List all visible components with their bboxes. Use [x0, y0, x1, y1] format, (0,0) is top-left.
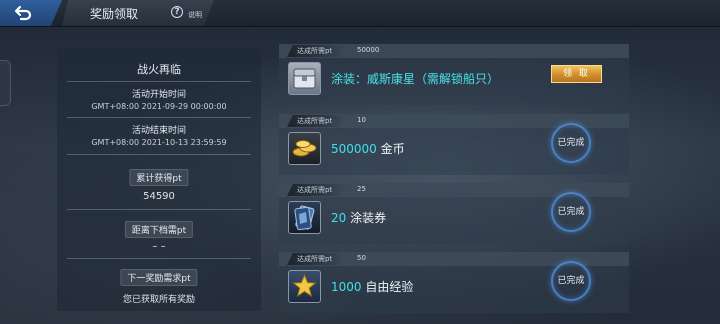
divider: [67, 209, 251, 210]
reward-name: 涂装：威斯康星（需解锁船只）: [331, 72, 500, 86]
page-title: 奖励领取: [90, 7, 139, 21]
camo-voucher-icon: [288, 201, 321, 234]
help-icon[interactable]: ?: [171, 6, 183, 18]
requirement-label: 达成所需pt: [287, 253, 346, 265]
reward-text: 500000 金币: [331, 140, 405, 157]
reward-row: 达成所需pt 50000 涂装：威斯康星（需解锁船只） 领 取: [279, 44, 629, 105]
requirement-label: 达成所需pt: [287, 115, 346, 127]
back-arrow-icon: [14, 5, 32, 21]
requirement-value: 10: [357, 116, 366, 124]
star-xp-icon: [288, 270, 321, 303]
divider: [67, 154, 251, 155]
reward-name: 金币: [380, 142, 405, 156]
reward-row: 达成所需pt 50 1000 自由经验 已完成: [279, 252, 629, 313]
requirement-value: 50000: [357, 46, 380, 54]
reward-row: 达成所需pt 10 500000 金币 已完成: [279, 114, 629, 175]
completed-badge: 已完成: [551, 192, 591, 232]
reward-amount: 20: [331, 211, 347, 225]
next-tier-label: 距离下档需pt: [124, 221, 194, 238]
reward-row: 达成所需pt 25 20 涂装券 已完成: [279, 183, 629, 244]
total-pt-label: 累计获得pt: [129, 169, 189, 186]
help-label[interactable]: 说明: [188, 10, 202, 20]
reward-text: 1000 自由经验: [331, 278, 413, 295]
total-pt-value: 54590: [143, 191, 175, 202]
next-reward-label: 下一奖励需求pt: [120, 269, 198, 286]
completed-badge: 已完成: [551, 123, 591, 163]
requirement-value: 25: [357, 185, 366, 193]
gold-coins-icon: [288, 132, 321, 165]
end-time-value: GMT+08:00 2021-10-13 23:59:59: [91, 138, 227, 147]
start-time-value: GMT+08:00 2021-09-29 00:00:00: [91, 102, 227, 111]
reward-text: 20 涂装券: [331, 209, 386, 226]
reward-name: 涂装券: [350, 211, 387, 225]
event-name: 战火再临: [137, 63, 181, 76]
top-bar: 奖励领取 ? 说明: [0, 0, 720, 27]
divider: [67, 258, 251, 259]
start-time-label: 活动开始时间: [131, 90, 186, 100]
divider: [67, 117, 251, 118]
claim-button[interactable]: 领 取: [551, 65, 602, 83]
requirement-value: 50: [357, 254, 366, 262]
requirement-label: 达成所需pt: [287, 45, 346, 57]
back-button[interactable]: [0, 0, 62, 26]
all-claimed-text: 您已获取所有奖励: [122, 295, 195, 305]
requirement-label: 达成所需pt: [287, 184, 346, 196]
reward-name: 自由经验: [365, 280, 414, 294]
end-time-label: 活动结束时间: [131, 126, 186, 136]
next-tier-value: – –: [152, 241, 166, 252]
reward-amount: 500000: [331, 142, 377, 156]
completed-badge: 已完成: [551, 261, 591, 301]
side-handle[interactable]: [0, 60, 11, 106]
event-info-panel: 战火再临 活动开始时间 GMT+08:00 2021-09-29 00:00:0…: [57, 49, 261, 311]
divider: [67, 81, 251, 82]
reward-amount: 1000: [331, 280, 362, 294]
chest-icon: [288, 62, 321, 95]
